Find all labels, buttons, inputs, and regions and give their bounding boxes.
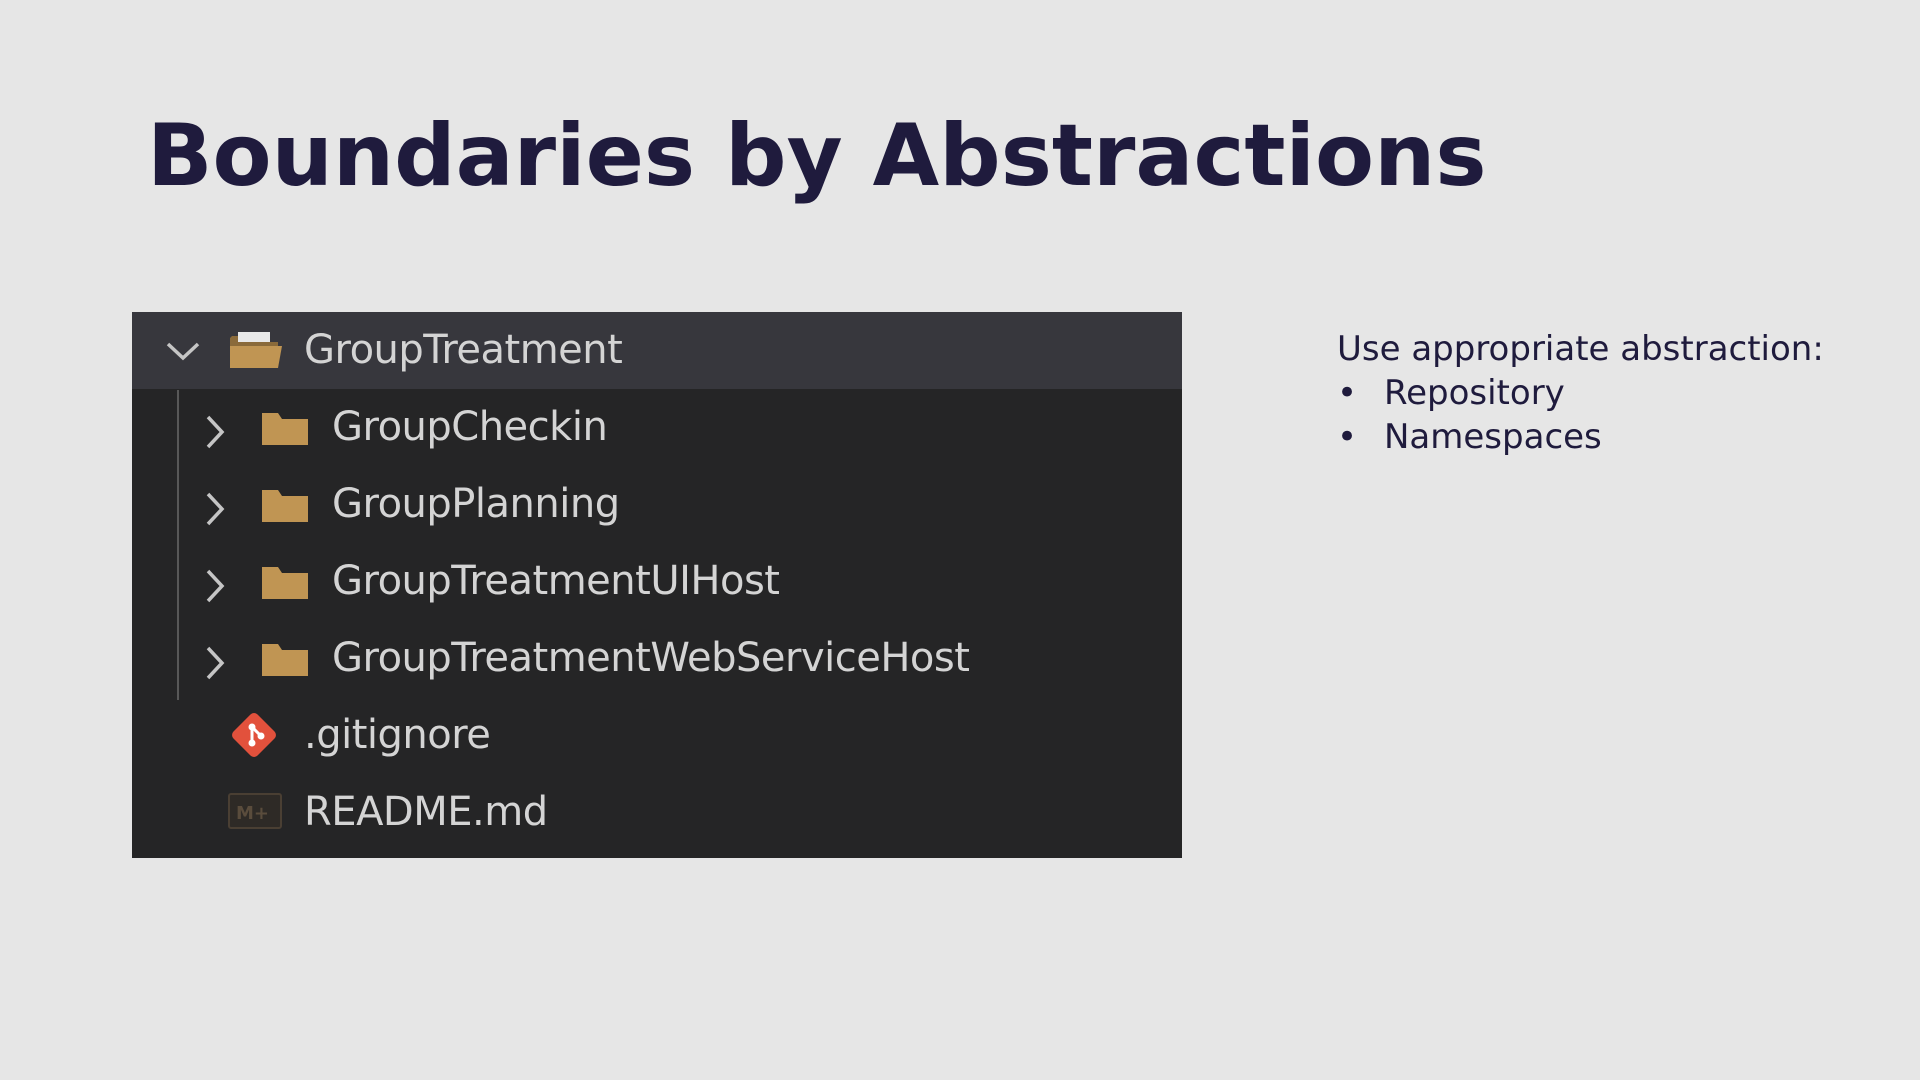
git-icon xyxy=(228,697,284,774)
folder-icon xyxy=(260,543,316,620)
folder-icon xyxy=(260,389,316,466)
list-item: • Namespaces xyxy=(1337,415,1824,459)
tree-item-label: GroupTreatment xyxy=(304,327,623,373)
bullet-icon: • xyxy=(1337,417,1358,457)
chevron-right-icon[interactable] xyxy=(192,389,232,466)
notes-intro: Use appropriate abstraction: xyxy=(1337,329,1824,369)
tree-item-gitignore[interactable]: .gitignore xyxy=(132,697,1182,774)
list-item: • Repository xyxy=(1337,371,1824,415)
tree-item-label: GroupTreatmentUIHost xyxy=(332,558,780,604)
chevron-right-icon[interactable] xyxy=(192,466,232,543)
slide-title: Boundaries by Abstractions xyxy=(147,106,1487,206)
file-explorer-tree: GroupTreatment GroupCheckin GroupPlannin… xyxy=(132,312,1182,858)
tree-item-groupcheckin[interactable]: GroupCheckin xyxy=(132,389,1182,466)
markdown-icon: M+ xyxy=(228,774,284,851)
tree-item-label: GroupCheckin xyxy=(332,404,608,450)
list-item-text: Namespaces xyxy=(1384,417,1602,457)
folder-icon xyxy=(260,466,316,543)
tree-item-label: GroupTreatmentWebServiceHost xyxy=(332,635,970,681)
tree-item-grouptreatment[interactable]: GroupTreatment xyxy=(132,312,1182,389)
chevron-right-icon[interactable] xyxy=(192,620,232,697)
chevron-down-icon[interactable] xyxy=(156,312,200,389)
tree-item-label: GroupPlanning xyxy=(332,481,620,527)
folder-open-icon xyxy=(228,312,284,389)
list-item-text: Repository xyxy=(1384,373,1565,413)
tree-item-grouptreatmentuihost[interactable]: GroupTreatmentUIHost xyxy=(132,543,1182,620)
bullet-icon: • xyxy=(1337,373,1358,413)
folder-icon xyxy=(260,620,316,697)
notes-text: Use appropriate abstraction: • Repositor… xyxy=(1337,327,1824,459)
tree-item-label: README.md xyxy=(304,789,548,835)
tree-item-readme[interactable]: M+ README.md xyxy=(132,774,1182,851)
chevron-right-icon[interactable] xyxy=(192,543,232,620)
notes-list: • Repository • Namespaces xyxy=(1337,371,1824,459)
tree-item-label: .gitignore xyxy=(304,712,491,758)
tree-item-groupplanning[interactable]: GroupPlanning xyxy=(132,466,1182,543)
svg-text:M+: M+ xyxy=(236,803,269,824)
tree-item-grouptreatmentwebservicehost[interactable]: GroupTreatmentWebServiceHost xyxy=(132,620,1182,697)
